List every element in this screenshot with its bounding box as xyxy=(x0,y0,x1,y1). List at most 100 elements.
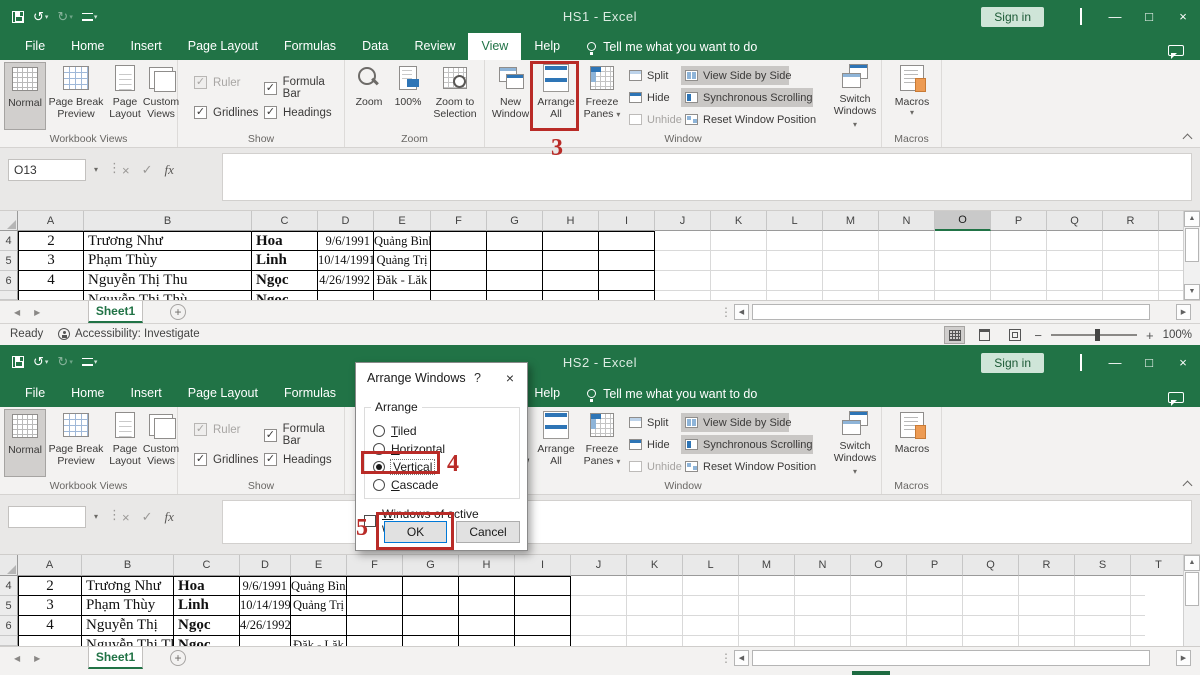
close-button[interactable]: × xyxy=(1166,355,1200,370)
cell[interactable]: Phạm Thùy xyxy=(84,251,252,271)
cell[interactable] xyxy=(711,251,767,271)
cell[interactable]: Phạm Thùy xyxy=(82,596,174,616)
sheet-nav-right-icon[interactable]: ▶ xyxy=(34,308,40,317)
tell-me-box[interactable]: Tell me what you want to do xyxy=(587,33,757,60)
synchronous-scrolling-button[interactable]: Synchronous Scrolling xyxy=(681,435,813,454)
cell[interactable] xyxy=(627,616,683,636)
cell[interactable] xyxy=(879,271,935,291)
enter-entry-button[interactable]: ✓ xyxy=(142,162,153,178)
column-header[interactable]: O xyxy=(851,555,907,576)
normal-view-toggle[interactable] xyxy=(944,326,965,344)
cell[interactable] xyxy=(627,596,683,616)
tab-insert[interactable]: Insert xyxy=(118,33,175,60)
cell[interactable]: Trương Như xyxy=(82,576,174,596)
cell[interactable] xyxy=(347,616,403,636)
column-header-selected[interactable]: O xyxy=(935,211,991,231)
name-box[interactable]: O13 xyxy=(8,159,86,181)
cell[interactable] xyxy=(991,291,1047,300)
horizontal-scroll-thumb[interactable] xyxy=(752,304,1150,320)
cell[interactable] xyxy=(347,576,403,596)
cell[interactable] xyxy=(739,636,795,646)
cell[interactable] xyxy=(459,576,515,596)
scroll-down-icon[interactable]: ▼ xyxy=(1184,284,1200,300)
cell[interactable] xyxy=(543,251,599,271)
row-header[interactable] xyxy=(0,291,18,300)
cell[interactable] xyxy=(879,291,935,300)
cell[interactable] xyxy=(515,596,571,616)
column-header[interactable]: B xyxy=(84,211,252,231)
column-header[interactable]: F xyxy=(431,211,487,231)
cell[interactable] xyxy=(403,636,459,646)
custom-views-button[interactable]: Custom Views xyxy=(144,62,178,130)
cell[interactable] xyxy=(18,636,82,646)
cell[interactable]: Hoa xyxy=(174,576,240,596)
cell[interactable] xyxy=(1075,636,1131,646)
reset-window-position-button[interactable]: Reset Window Position xyxy=(681,457,829,476)
column-header[interactable]: G xyxy=(403,555,459,576)
cell[interactable] xyxy=(907,636,963,646)
cell[interactable] xyxy=(683,636,739,646)
zoom-in-button[interactable]: + xyxy=(1146,328,1154,343)
cell[interactable]: 9/6/1991 xyxy=(240,576,291,596)
minimize-button[interactable]: — xyxy=(1098,355,1132,370)
vertical-scroll-thumb[interactable] xyxy=(1185,572,1199,606)
gridlines-checkbox[interactable]: ✓Gridlines xyxy=(194,453,258,466)
cell[interactable] xyxy=(431,291,487,300)
cell[interactable] xyxy=(823,231,879,251)
column-header[interactable]: N xyxy=(879,211,935,231)
cell[interactable]: 10/14/1991 xyxy=(318,251,374,271)
column-header[interactable]: E xyxy=(291,555,347,576)
cell[interactable] xyxy=(431,251,487,271)
cell[interactable] xyxy=(599,231,655,251)
cell[interactable] xyxy=(963,616,1019,636)
cell[interactable] xyxy=(487,231,543,251)
page-layout-view-toggle[interactable] xyxy=(974,326,995,344)
column-header[interactable]: J xyxy=(655,211,711,231)
cell[interactable]: 4 xyxy=(18,616,82,636)
cell[interactable] xyxy=(851,636,907,646)
enter-entry-button[interactable]: ✓ xyxy=(142,509,153,525)
new-sheet-button[interactable]: + xyxy=(170,304,186,320)
arrange-all-button[interactable]: Arrange All xyxy=(534,409,578,477)
column-header[interactable]: K xyxy=(627,555,683,576)
cell[interactable]: Quảng Trị xyxy=(291,596,347,616)
comment-icon[interactable] xyxy=(1168,392,1184,403)
column-header[interactable]: A xyxy=(18,555,82,576)
cell[interactable] xyxy=(240,636,291,646)
row-header[interactable]: 4 xyxy=(0,576,18,596)
row-header[interactable]: 4 xyxy=(0,231,18,251)
column-header[interactable]: P xyxy=(907,555,963,576)
scroll-up-icon[interactable]: ▲ xyxy=(1184,211,1200,227)
cell[interactable]: Hoa xyxy=(252,231,318,251)
maximize-button[interactable]: □ xyxy=(1132,355,1166,370)
dialog-close-icon[interactable]: × xyxy=(506,363,514,393)
split-button[interactable]: Split xyxy=(625,413,672,432)
macros-button[interactable]: Macros xyxy=(889,409,935,477)
sheet-tab-sheet1[interactable]: Sheet1 xyxy=(88,301,143,323)
cell[interactable] xyxy=(683,616,739,636)
cell[interactable] xyxy=(1019,596,1075,616)
tab-file[interactable]: File xyxy=(12,380,58,407)
formula-input[interactable] xyxy=(222,153,1192,201)
column-header[interactable]: K xyxy=(711,211,767,231)
cell[interactable] xyxy=(459,636,515,646)
tab-formulas[interactable]: Formulas xyxy=(271,380,349,407)
cell[interactable] xyxy=(879,231,935,251)
cell[interactable] xyxy=(907,596,963,616)
cell[interactable] xyxy=(599,251,655,271)
cell[interactable] xyxy=(739,616,795,636)
cell[interactable] xyxy=(1019,616,1075,636)
cell[interactable]: Nguyễn Thị Thu xyxy=(84,271,252,291)
cell[interactable] xyxy=(935,231,991,251)
switch-windows-button[interactable]: SwitchWindows ▾ xyxy=(831,409,879,477)
cell[interactable] xyxy=(1159,251,1183,271)
tab-home[interactable]: Home xyxy=(58,380,117,407)
close-button[interactable]: × xyxy=(1166,9,1200,24)
cell[interactable]: Nguyễn Thị Thù xyxy=(84,291,252,300)
accessibility-status[interactable]: Accessibility: Investigate xyxy=(58,328,200,340)
row-header[interactable]: 6 xyxy=(0,616,18,636)
tab-home[interactable]: Home xyxy=(58,33,117,60)
cell[interactable] xyxy=(374,291,431,300)
cell[interactable]: Nguyễn Thị xyxy=(82,616,174,636)
column-header[interactable]: N xyxy=(795,555,851,576)
